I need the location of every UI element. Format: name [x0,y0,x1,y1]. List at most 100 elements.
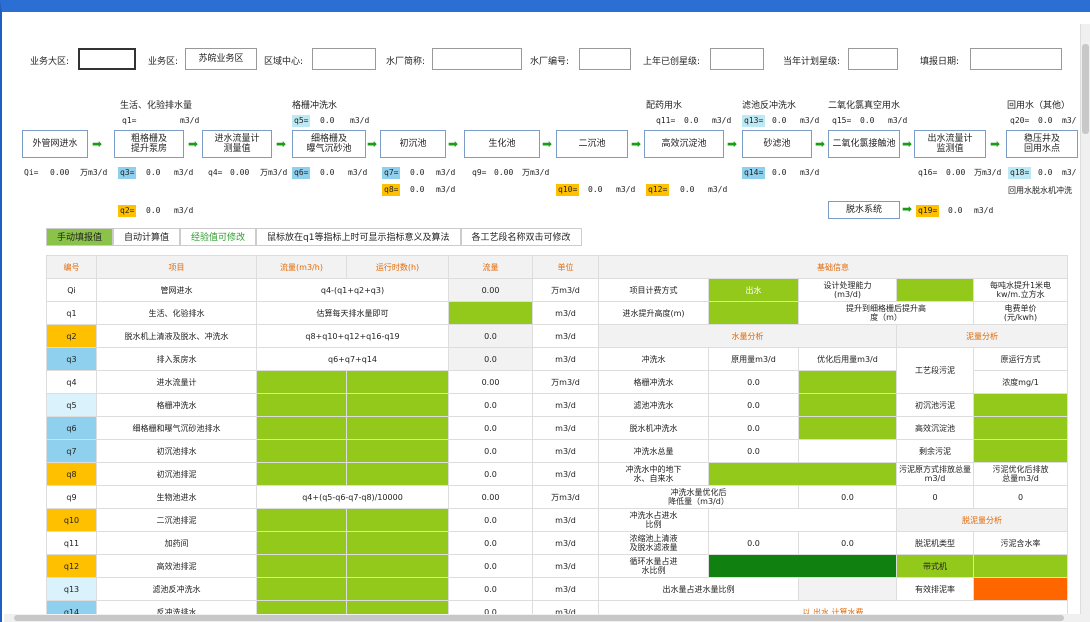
row-flow-rate-input[interactable] [256,439,347,463]
conc-recycle-value1: 0.0 [708,531,799,555]
area-label: 业务区: [148,57,179,67]
filter-wash-label: 滤池冲洗水 [598,393,709,417]
scroll-thumb[interactable] [1082,44,1089,134]
water-content-input[interactable] [973,554,1068,578]
row-item: 格栅冲洗水 [96,393,257,417]
center-input[interactable] [312,48,376,70]
ground-water-input[interactable] [708,462,897,486]
row-flow-rate-input[interactable] [256,531,347,555]
region-input[interactable] [78,48,136,70]
stage-external-pipe[interactable]: 外管网进水 [22,130,88,158]
dew-type-select[interactable]: 带式机 [896,554,974,578]
reuse-note: 回用水脱水机冲洗 [1008,186,1072,195]
row-hours-input[interactable] [346,577,449,601]
stage-clo2-contact[interactable]: 二氧化氯接触池 [828,130,900,158]
conc-recycle-label: 浓缩池上清液 及脱水滤液量 [598,531,709,555]
tab-editable[interactable]: 经验值可修改 [180,228,257,246]
vertical-scrollbar[interactable] [1080,24,1090,622]
row-flow: 0.0 [448,577,533,601]
row-hours-input[interactable] [346,508,449,532]
stage-fine-grille[interactable]: 细格栅及 曝气沉砂池 [292,130,366,158]
stage-reuse-point[interactable]: 稳压井及 回用水点 [1006,130,1078,158]
tab-auto[interactable]: 自动计算值 [113,228,181,246]
flow-label-reuse: 回用水（其他） [1007,101,1071,111]
row-flow-rate-input[interactable] [256,508,347,532]
row-flow: 0.00 [448,485,533,509]
sludge-opt-label: 污泥优化后排放 总量m3/d [973,462,1068,486]
qi-unit: 万m3/d [80,168,108,177]
row-hours-input[interactable] [346,531,449,555]
q2-tag: q2= [118,205,137,217]
q1-unit: m3/d [180,116,200,125]
arrow-right-icon: ➡ [727,137,738,151]
horizontal-scrollbar[interactable] [4,614,1082,622]
conc-recycle-value2: 0.0 [798,531,897,555]
stage-bio-tank[interactable]: 生化池 [464,130,540,158]
row-hours-input[interactable] [346,462,449,486]
row-item: 初沉池排泥 [96,462,257,486]
design-cap-input[interactable] [896,278,974,302]
stage-coarse-grille[interactable]: 粗格栅及 提升泵房 [114,130,184,158]
stage-inflow-meter[interactable]: 进水流量计 测量值 [202,130,272,158]
prev-grade-input[interactable] [710,48,764,70]
plan-grade-input[interactable] [848,48,898,70]
q6-tag: q6= [292,167,311,179]
row-formula: q8+q10+q12+q16-q19 [256,324,449,348]
row-id: q12 [46,554,97,578]
row-hours-input[interactable] [346,439,449,463]
row-id: q5 [46,393,97,417]
q8-unit: m3/d [436,185,456,194]
row-hours-input[interactable] [346,393,449,417]
row-id: q4 [46,370,97,394]
row-hours-input[interactable] [346,554,449,578]
lift-input[interactable] [708,301,799,325]
hd-sludge-input[interactable] [973,416,1068,440]
date-input[interactable] [970,48,1062,70]
app-window: 业务大区: 业务区: 苏皖业务区 区域中心: 水厂简称: 水厂编号: 上年已创星… [0,0,1090,622]
flow-label-grille-wash: 格栅冲洗水 [292,101,338,111]
row-flow-rate-input[interactable] [256,416,347,440]
stage-outflow-meter[interactable]: 出水流量计 监测值 [914,130,986,158]
q2-unit: m3/d [174,206,194,215]
filter-opt-input[interactable] [798,393,897,417]
arrow-right-icon: ➡ [92,137,103,151]
q13-value: 0.0 [772,116,787,125]
calc-mode-label: 项目计费方式 [598,278,709,302]
primary-sludge-input[interactable] [973,393,1068,417]
row-hours-input[interactable] [346,416,449,440]
dew-opt-input[interactable] [798,416,897,440]
col-header: 流量(m3/h) [256,255,347,279]
row-flow-rate-input[interactable] [256,370,347,394]
rest-sludge-label: 剩余污泥 [896,439,974,463]
arrow-right-icon: ➡ [542,137,553,151]
q7-value: 0.0 [410,168,425,177]
plant-no-input[interactable] [579,48,631,70]
calc-mode-select[interactable]: 出水 [708,278,799,302]
plant-input[interactable] [432,48,522,70]
grille-opt-input[interactable] [798,370,897,394]
used-label: 原用量m3/d [708,347,799,371]
ground-water-label: 冲洗水中的地下 水、自来水 [598,462,709,486]
area-input[interactable]: 苏皖业务区 [185,48,257,70]
flow-label-dosing: 配药用水 [646,101,683,111]
wash-label: 冲洗水 [598,347,709,371]
stage-sand-filter[interactable]: 砂滤池 [742,130,812,158]
row-flow-input[interactable] [448,301,533,325]
rest-sludge-input[interactable] [973,439,1068,463]
q16-tag: q16= [918,168,938,177]
row-unit: m3/d [532,554,599,578]
row-flow-rate-input[interactable] [256,393,347,417]
arrow-right-icon: ➡ [367,137,378,151]
q9-unit: 万m3/d [522,168,550,177]
row-flow-rate-input[interactable] [256,577,347,601]
tab-manual[interactable]: 手动填报值 [46,228,114,246]
stage-secondary-clarifier[interactable]: 二沉池 [556,130,628,158]
stage-hd-sedimentation[interactable]: 高效沉淀池 [644,130,724,158]
scroll-thumb[interactable] [14,615,1064,621]
row-hours-input[interactable] [346,370,449,394]
stage-primary-clarifier[interactable]: 初沉池 [380,130,446,158]
opt-label: 优化后用量m3/d [798,347,897,371]
row-flow-rate-input[interactable] [256,462,347,486]
row-flow-rate-input[interactable] [256,554,347,578]
stage-dewatering[interactable]: 脱水系统 [828,201,900,219]
